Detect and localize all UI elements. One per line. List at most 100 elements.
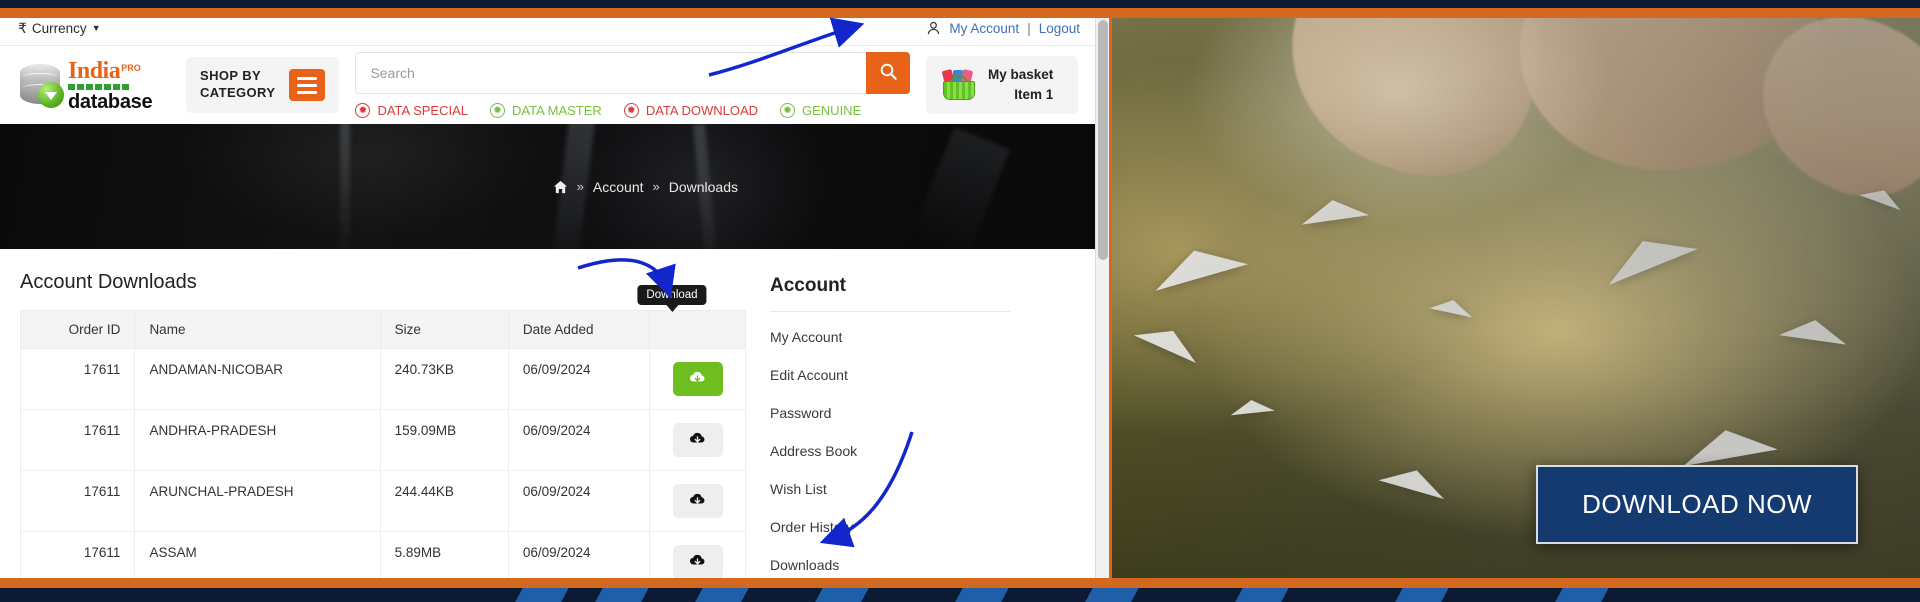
search-input[interactable]: [355, 52, 866, 94]
page-content: Account Downloads Order ID Name Size Dat…: [0, 249, 1098, 591]
person-icon: [926, 21, 941, 36]
sidebar-item-password[interactable]: Password: [770, 394, 1010, 432]
cell-date-added: 06/09/2024: [507, 348, 651, 410]
column-header-size[interactable]: Size: [379, 310, 509, 349]
sidebar-item-wish-list[interactable]: Wish List: [770, 470, 1010, 508]
downloads-table-body: 17611 ANDAMAN-NICOBAR 240.73KB 06/09/2024 17…: [19, 348, 746, 591]
cell-size: 159.09MB: [379, 409, 509, 471]
download-button[interactable]: [672, 362, 723, 396]
rupee-icon: ₹: [18, 20, 27, 36]
cell-name: ANDAMAN-NICOBAR: [134, 348, 381, 410]
cloud-download-icon: [689, 431, 706, 449]
paper-plane: [1148, 237, 1248, 291]
cell-date-added: 06/09/2024: [507, 409, 651, 471]
quick-links: ✹ DATA SPECIAL ✹ DATA MASTER ✹ DATA DOWNLOA…: [355, 103, 910, 118]
table-row: 17611 ANDAMAN-NICOBAR 240.73KB 06/09/2024: [19, 348, 746, 410]
home-icon[interactable]: [553, 180, 568, 194]
cell-name: ARUNCHAL-PRADESH: [134, 470, 381, 532]
cell-action: [649, 348, 746, 410]
download-button[interactable]: [672, 484, 723, 518]
seal-icon: ✹: [490, 103, 505, 118]
table-row: 17611 ANDHRA-PRADESH 159.09MB 06/09/2024: [19, 409, 746, 471]
cell-order-id: 17611: [19, 409, 136, 471]
quick-link-genuine[interactable]: ✹ GENUINE: [780, 103, 861, 118]
site-header: IndiaPRO database SHOP BY CATEGORY Searc…: [0, 46, 1098, 124]
quick-link-data-special[interactable]: ✹ DATA SPECIAL: [355, 103, 468, 118]
search-button[interactable]: [866, 52, 910, 94]
hero-glint: [909, 127, 1011, 249]
cell-action: [649, 470, 746, 532]
paper-plane: [1678, 421, 1778, 467]
sidebar-title: Account: [770, 275, 846, 296]
paper-plane: [1229, 397, 1275, 416]
account-sidebar: Account My Account Edit Account Password Ad…: [770, 271, 1010, 591]
seal-icon: ✹: [780, 103, 796, 118]
table-header-row: Order ID Name Size Date Added: [19, 310, 746, 349]
shop-by-category-label: SHOP BY CATEGORY: [200, 68, 275, 102]
breadcrumb-item-downloads[interactable]: Downloads: [669, 179, 738, 195]
basket-count: Item 1: [1014, 87, 1054, 102]
cloud-download-icon: [689, 492, 706, 510]
basket-title: My basket: [988, 66, 1054, 82]
column-header-name[interactable]: Name: [134, 310, 381, 349]
search-row: [355, 52, 910, 94]
cell-name: ANDHRA-PRADESH: [134, 409, 381, 471]
browser-page-panel: ₹ Currency ▼ My Account | Logout IndiaPR…: [0, 9, 1112, 594]
link-separator: |: [1027, 21, 1031, 36]
download-button[interactable]: [672, 545, 723, 579]
column-header-order-id[interactable]: Order ID: [19, 310, 136, 349]
site-logo[interactable]: IndiaPRO database: [20, 59, 170, 112]
sidebar-item-edit-account[interactable]: Edit Account: [770, 356, 1010, 394]
logo-text: IndiaPRO database: [68, 59, 153, 113]
sidebar-item-order-history[interactable]: Order History: [770, 508, 1010, 546]
bottom-accent-strip: [0, 578, 1920, 588]
chevron-down-icon: ▼: [91, 23, 101, 33]
utility-bar-right: My Account | Logout: [926, 21, 1080, 36]
download-now-button[interactable]: DOWNLOAD NOW: [1536, 465, 1858, 544]
basket-button[interactable]: My basket Item 1: [926, 56, 1078, 114]
quick-link-label: DATA MASTER: [512, 103, 602, 118]
paper-plane: [1298, 195, 1370, 225]
search-area: ✹ DATA SPECIAL ✹ DATA MASTER ✹ DATA DOWNLOA…: [355, 52, 910, 118]
sidebar-item-address-book[interactable]: Address Book: [770, 432, 1010, 470]
column-header-date-added[interactable]: Date Added: [507, 310, 651, 349]
currency-selector[interactable]: ₹ Currency ▼: [18, 20, 101, 37]
download-button[interactable]: [672, 423, 723, 457]
quick-link-label: GENUINE: [802, 103, 862, 118]
paper-plane: [1859, 182, 1905, 211]
sidebar-item-my-account[interactable]: My Account: [770, 318, 1010, 356]
my-account-link[interactable]: My Account: [949, 21, 1019, 36]
scrollbar-thumb[interactable]: [1098, 20, 1108, 260]
paper-plane: [1429, 295, 1475, 318]
logo-pro-badge: PRO: [121, 63, 141, 74]
column-header-action: [649, 310, 746, 349]
search-icon: [879, 62, 898, 84]
page-scrollbar[interactable]: [1095, 12, 1109, 591]
table-row: 17611 ARUNCHAL-PRADESH 244.44KB 06/09/2024: [19, 470, 746, 532]
cell-size: 240.73KB: [379, 348, 509, 410]
breadcrumb-separator: »: [652, 179, 660, 194]
breadcrumb: » Account » Downloads: [553, 179, 738, 195]
quick-link-data-download[interactable]: ✹ DATA DOWNLOAD: [623, 103, 758, 118]
shop-by-category-button[interactable]: SHOP BY CATEGORY: [186, 57, 340, 113]
downloads-table: Order ID Name Size Date Added 17611 ANDAM…: [19, 310, 746, 591]
quick-link-data-master[interactable]: ✹ DATA MASTER: [490, 103, 602, 118]
quick-link-label: DATA SPECIAL: [377, 103, 468, 118]
paper-plane: [1133, 317, 1205, 363]
paper-plane: [1778, 315, 1850, 345]
cloud-download-icon: [689, 370, 706, 388]
breadcrumb-separator: »: [576, 179, 584, 194]
shop-by-category-line1: SHOP BY: [200, 68, 262, 84]
shopping-basket-icon: [941, 68, 976, 100]
logout-link[interactable]: Logout: [1039, 21, 1080, 36]
database-icon: [20, 63, 64, 108]
hand-shape: [1497, 0, 1843, 199]
bottom-ribbon: [0, 588, 1920, 602]
hand-shape: [1260, 0, 1570, 203]
cloud-download-icon: [689, 553, 706, 571]
hamburger-menu-icon[interactable]: [289, 69, 326, 101]
logo-database-text: database: [68, 90, 153, 113]
downloads-column: Account Downloads Order ID Name Size Dat…: [19, 271, 746, 591]
breadcrumb-item-account[interactable]: Account: [593, 179, 644, 195]
download-tooltip: Download: [637, 285, 707, 305]
